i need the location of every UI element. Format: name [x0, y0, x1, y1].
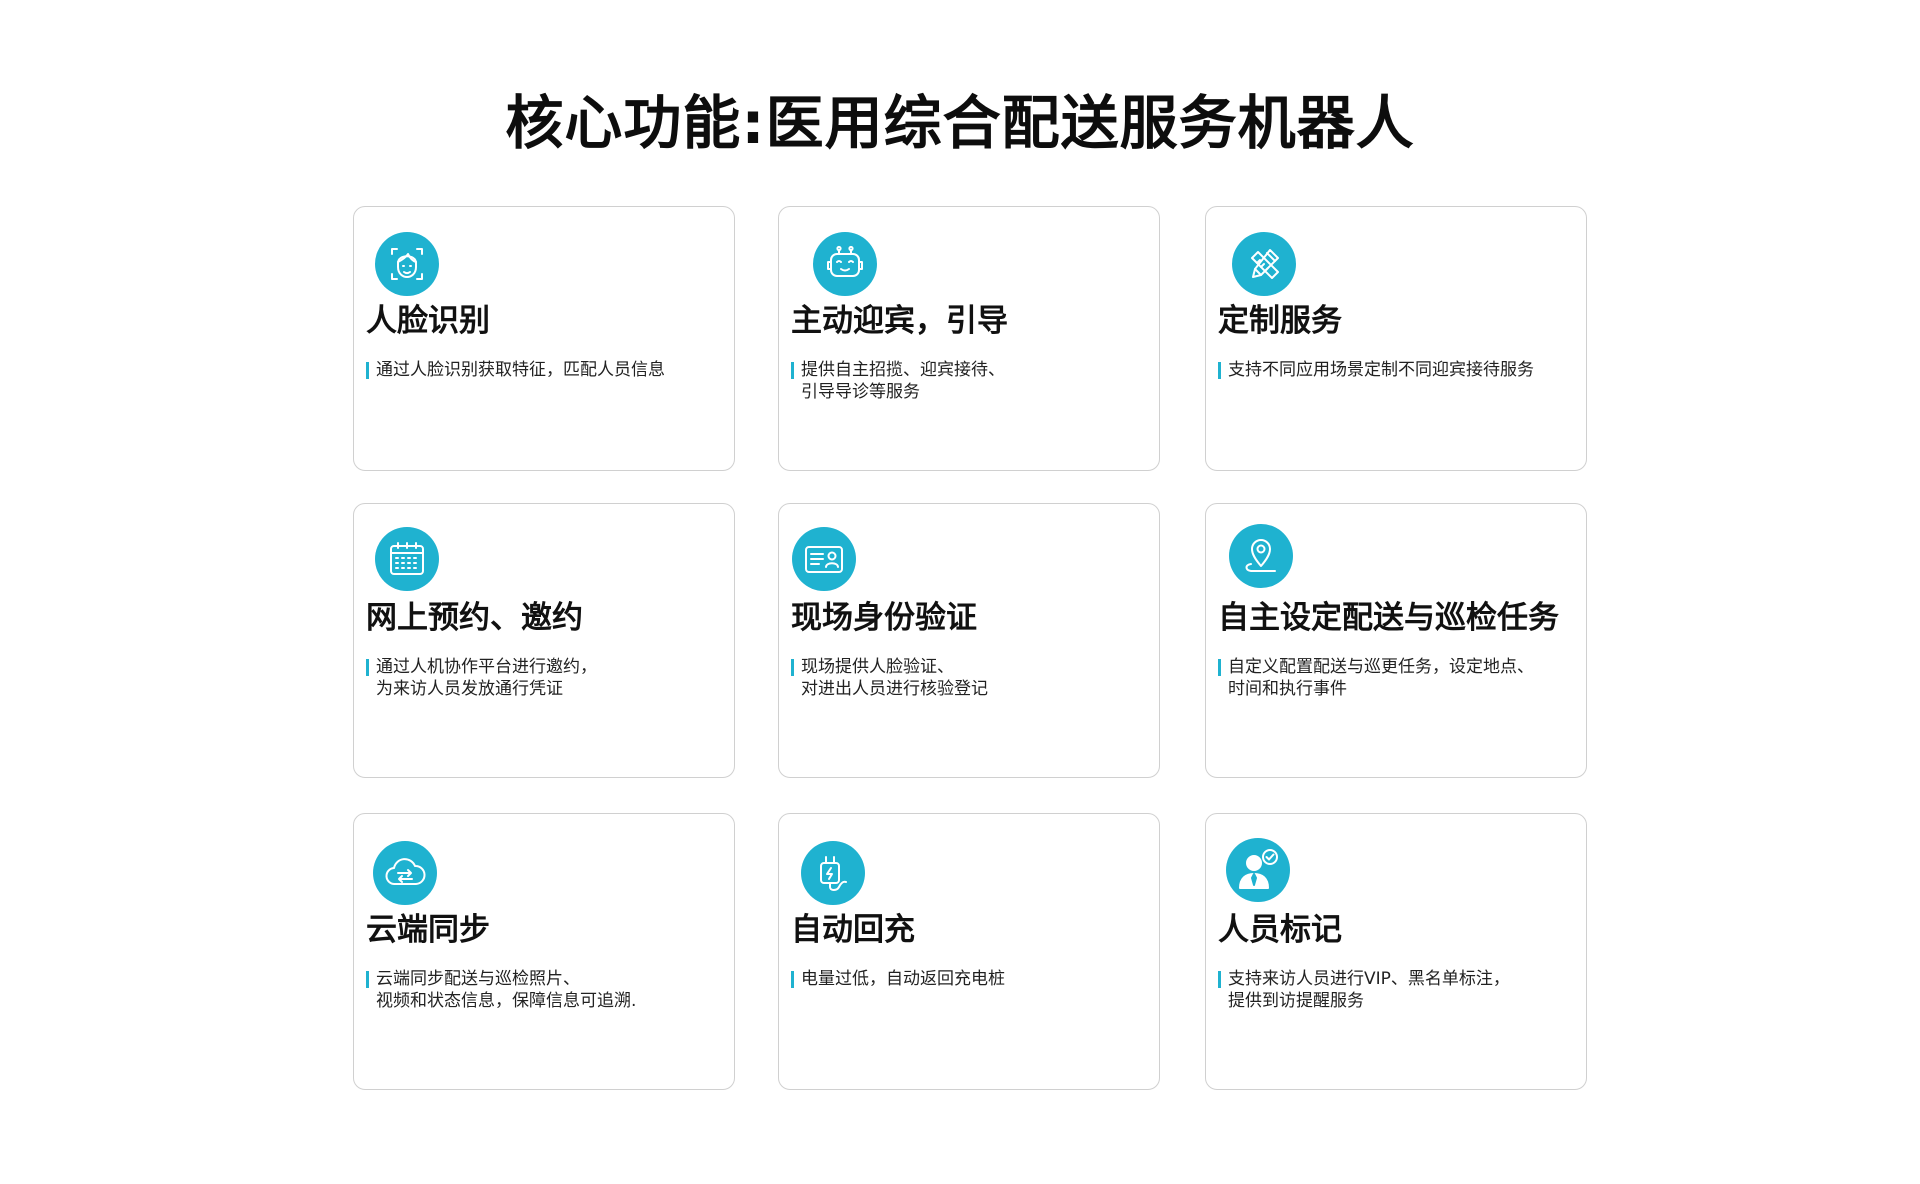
person-badge-icon — [1226, 838, 1290, 902]
card-title: 现场身份验证 — [791, 600, 977, 636]
card-title: 自主设定配送与巡检任务 — [1218, 600, 1559, 636]
description-line: 通过人机协作平台进行邀约， — [376, 657, 597, 677]
robot-icon — [813, 232, 877, 296]
description-line: 支持来访人员进行VIP、黑名单标注， — [1228, 969, 1510, 989]
description-line: 自定义配置配送与巡更任务，设定地点、 — [1228, 657, 1534, 677]
card-title: 主动迎宾，引导 — [791, 303, 1008, 339]
description-line: 云端同步配送与巡检照片、 — [376, 969, 580, 989]
description-line: 对进出人员进行核验登记 — [801, 679, 988, 699]
card-title: 人员标记 — [1218, 912, 1342, 948]
feature-card-person-marking: 人员标记 支持来访人员进行VIP、黑名单标注， 提供到访提醒服务 — [1205, 813, 1587, 1090]
card-description: 通过人脸识别获取特征，匹配人员信息 — [366, 359, 665, 381]
accent-bar — [791, 362, 794, 379]
card-title: 人脸识别 — [366, 303, 490, 339]
page-title: 核心功能:医用综合配送服务机器人 — [505, 89, 1415, 157]
description-line: 现场提供人脸验证、 — [801, 657, 954, 677]
description-line: 电量过低，自动返回充电桩 — [801, 969, 1005, 989]
feature-card-custom-service: 定制服务 支持不同应用场景定制不同迎宾接待服务 — [1205, 206, 1587, 471]
card-description: 自定义配置配送与巡更任务，设定地点、 时间和执行事件 — [1218, 656, 1534, 700]
accent-bar — [791, 659, 794, 676]
feature-card-auto-recharge: 自动回充 电量过低，自动返回充电桩 — [778, 813, 1160, 1090]
feature-card-greeting-guide: 主动迎宾，引导 提供自主招揽、迎宾接待、 引导导诊等服务 — [778, 206, 1160, 471]
description-line: 视频和状态信息，保障信息可追溯. — [376, 991, 637, 1011]
accent-bar — [1218, 971, 1221, 988]
face-recognition-icon — [375, 232, 439, 296]
cloud-sync-icon — [373, 841, 437, 905]
calendar-icon — [375, 527, 439, 591]
feature-card-onsite-verification: 现场身份验证 现场提供人脸验证、 对进出人员进行核验登记 — [778, 503, 1160, 778]
accent-bar — [366, 659, 369, 676]
card-description: 现场提供人脸验证、 对进出人员进行核验登记 — [791, 656, 988, 700]
pencil-ruler-icon — [1232, 232, 1296, 296]
charging-plug-icon — [801, 841, 865, 905]
feature-card-online-booking: 网上预约、邀约 通过人机协作平台进行邀约， 为来访人员发放通行凭证 — [353, 503, 735, 778]
feature-card-task-setting: 自主设定配送与巡检任务 自定义配置配送与巡更任务，设定地点、 时间和执行事件 — [1205, 503, 1587, 778]
card-title: 网上预约、邀约 — [366, 600, 583, 636]
accent-bar — [1218, 659, 1221, 676]
description-line: 提供自主招揽、迎宾接待、 — [801, 360, 1005, 380]
card-title: 云端同步 — [366, 912, 490, 948]
id-card-icon — [792, 527, 856, 591]
card-description: 电量过低，自动返回充电桩 — [791, 968, 1005, 990]
card-description: 支持来访人员进行VIP、黑名单标注， 提供到访提醒服务 — [1218, 968, 1510, 1012]
description-line: 时间和执行事件 — [1228, 679, 1347, 699]
accent-bar — [1218, 362, 1221, 379]
description-line: 支持不同应用场景定制不同迎宾接待服务 — [1228, 360, 1534, 380]
accent-bar — [791, 971, 794, 988]
feature-card-face-recognition: 人脸识别 通过人脸识别获取特征，匹配人员信息 — [353, 206, 735, 471]
accent-bar — [366, 971, 369, 988]
card-description: 提供自主招揽、迎宾接待、 引导导诊等服务 — [791, 359, 1005, 403]
description-line: 通过人脸识别获取特征，匹配人员信息 — [376, 360, 665, 380]
description-line: 引导导诊等服务 — [801, 382, 920, 402]
description-line: 提供到访提醒服务 — [1228, 991, 1364, 1011]
card-description: 通过人机协作平台进行邀约， 为来访人员发放通行凭证 — [366, 656, 597, 700]
card-description: 支持不同应用场景定制不同迎宾接待服务 — [1218, 359, 1534, 381]
accent-bar — [366, 362, 369, 379]
feature-card-cloud-sync: 云端同步 云端同步配送与巡检照片、 视频和状态信息，保障信息可追溯. — [353, 813, 735, 1090]
card-description: 云端同步配送与巡检照片、 视频和状态信息，保障信息可追溯. — [366, 968, 636, 1012]
card-title: 自动回充 — [791, 912, 915, 948]
location-pin-icon — [1229, 524, 1293, 588]
description-line: 为来访人员发放通行凭证 — [376, 679, 563, 699]
card-title: 定制服务 — [1218, 303, 1342, 339]
